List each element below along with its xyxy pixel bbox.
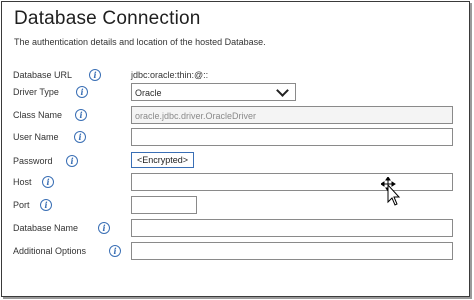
move-cursor-icon <box>381 177 401 206</box>
info-icon[interactable]: i <box>89 69 101 81</box>
info-icon[interactable]: i <box>75 109 87 121</box>
info-icon[interactable]: i <box>109 245 121 257</box>
host-label: Host <box>13 177 32 187</box>
panel-subtitle: The authentication details and location … <box>14 37 266 47</box>
row-password: Password i <Encrypted> <box>2 152 471 172</box>
row-class-name: Class Name i oracle.jdbc.driver.OracleDr… <box>2 106 471 126</box>
driver-type-value: Oracle <box>135 88 162 98</box>
info-icon[interactable]: i <box>76 86 88 98</box>
user-name-input[interactable] <box>131 128 453 146</box>
database-name-label: Database Name <box>13 223 79 233</box>
database-url-label: Database URL <box>13 70 73 80</box>
additional-options-label: Additional Options <box>13 246 87 256</box>
panel-title: Database Connection <box>14 8 201 29</box>
additional-options-input[interactable] <box>131 242 453 260</box>
class-name-input: oracle.jdbc.driver.OracleDriver <box>131 106 453 124</box>
row-additional-options: Additional Options i <box>2 242 471 262</box>
info-icon[interactable]: i <box>40 199 52 211</box>
class-name-label: Class Name <box>13 110 63 120</box>
database-url-value: jdbc:oracle:thin:@:: <box>131 70 209 80</box>
password-encrypted-button[interactable]: <Encrypted> <box>131 152 195 168</box>
driver-type-select[interactable]: Oracle <box>131 83 296 101</box>
chevron-down-icon <box>276 84 289 97</box>
info-icon[interactable]: i <box>66 155 78 167</box>
port-label: Port <box>13 200 30 210</box>
user-name-label: User Name <box>13 132 59 142</box>
info-icon[interactable]: i <box>42 176 54 188</box>
database-connection-panel: Database Connection The authentication d… <box>1 1 470 297</box>
row-user-name: User Name i <box>2 128 471 148</box>
database-name-input[interactable] <box>131 219 453 237</box>
port-input[interactable] <box>131 196 197 214</box>
row-database-name: Database Name i <box>2 219 471 239</box>
info-icon[interactable]: i <box>98 222 110 234</box>
driver-type-label: Driver Type <box>13 87 59 97</box>
password-label: Password <box>13 156 53 166</box>
info-icon[interactable]: i <box>74 131 86 143</box>
row-driver-type: Driver Type i Oracle <box>2 83 471 103</box>
host-input[interactable] <box>131 173 453 191</box>
